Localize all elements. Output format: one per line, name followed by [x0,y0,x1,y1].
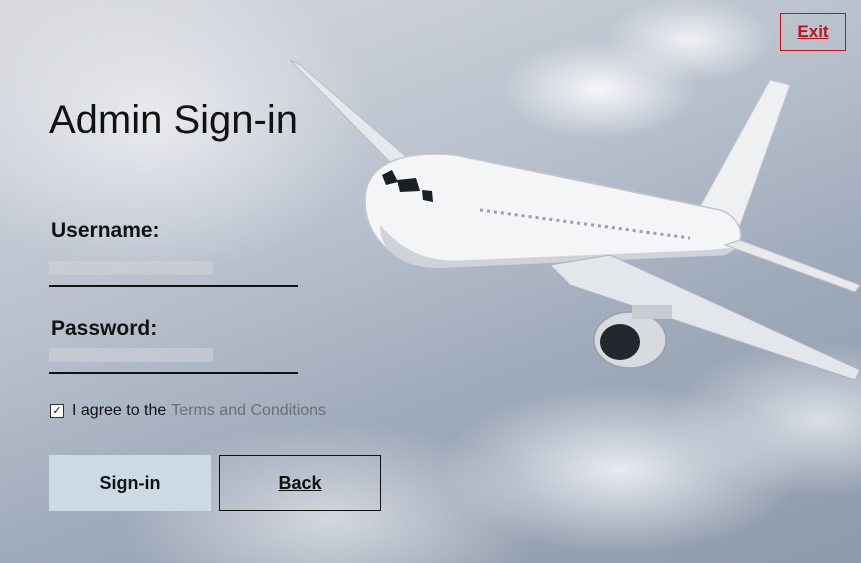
page-title: Admin Sign-in [49,98,299,142]
airplane-image [289,59,860,380]
back-button[interactable]: Back [219,455,381,511]
agree-checkbox[interactable]: ✓ [50,404,64,418]
exit-button[interactable]: Exit [780,13,846,51]
terms-agreement: ✓ I agree to the Terms and Conditions [50,402,326,420]
username-label: Username: [51,219,160,242]
terms-link[interactable]: Terms and Conditions [171,402,326,420]
password-label: Password: [51,317,158,340]
sign-in-button[interactable]: Sign-in [49,455,211,511]
agree-text: I agree to the [72,402,167,419]
username-field[interactable] [49,261,298,287]
password-field[interactable] [49,348,298,374]
